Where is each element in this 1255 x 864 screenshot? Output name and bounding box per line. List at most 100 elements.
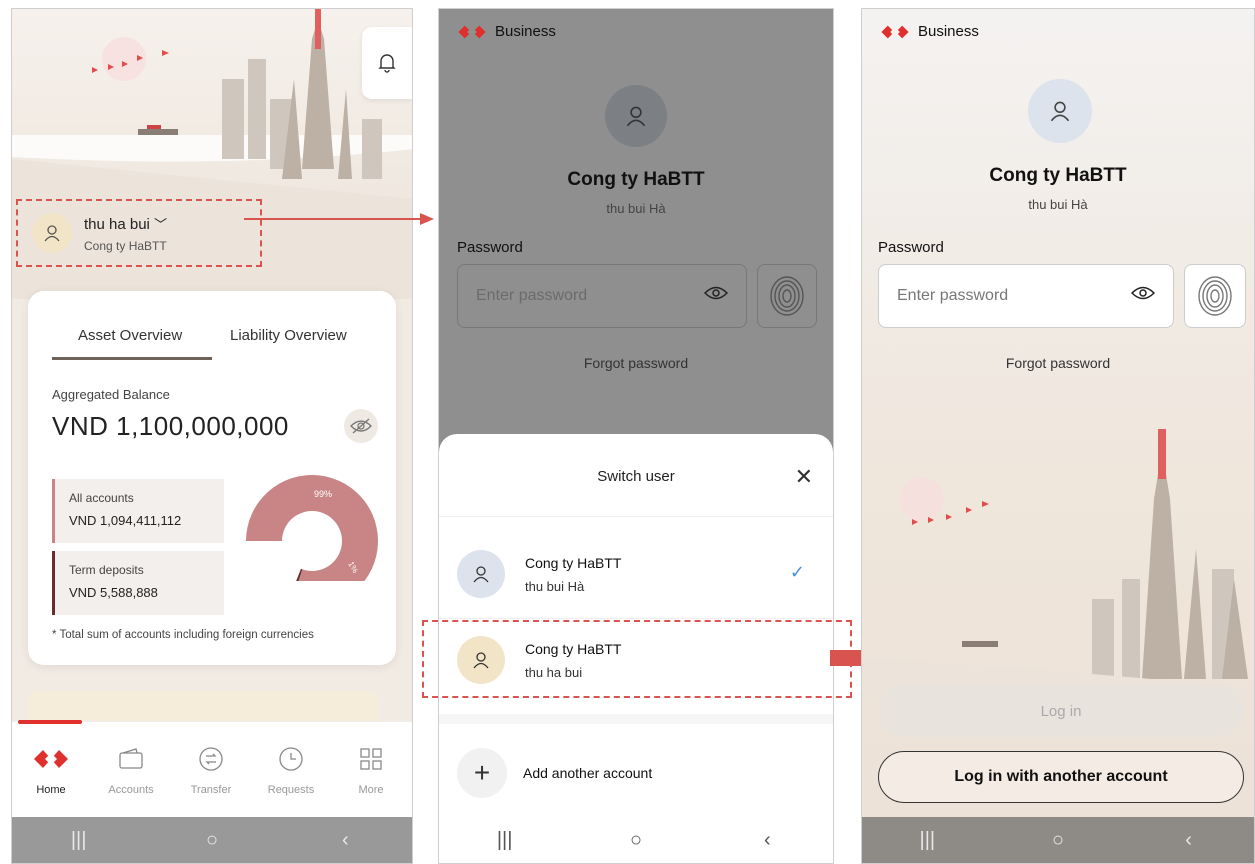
company-name: Cong ty HaBTT xyxy=(567,169,705,190)
user-row-selected[interactable]: Cong ty HaBTT thu bui Hà ✓ xyxy=(457,538,815,610)
divider xyxy=(439,618,833,619)
android-nav-bar: ||| ○ ‹ xyxy=(862,817,1254,863)
eye-icon xyxy=(1131,286,1155,300)
logo-icon xyxy=(16,744,86,774)
brand-name: Business xyxy=(918,23,979,40)
recents-icon[interactable]: ||| xyxy=(49,829,109,852)
brand: Business xyxy=(880,23,979,40)
tab-accounts[interactable]: Accounts xyxy=(96,744,166,796)
arrow-right-icon xyxy=(244,213,434,225)
plus-icon: + xyxy=(457,748,507,798)
divider xyxy=(439,714,833,724)
balance-amount: VND 1,100,000,000 xyxy=(52,411,289,441)
android-nav-bar: ||| ○ ‹ xyxy=(439,817,833,863)
sheet-title: Switch user xyxy=(597,468,675,485)
footnote: * Total sum of accounts including foreig… xyxy=(52,629,314,641)
transfer-icon xyxy=(176,744,246,774)
acct-label: Term deposits xyxy=(69,563,144,577)
tab-label: Requests xyxy=(267,784,315,796)
brand: Business xyxy=(457,23,556,40)
tab-more[interactable]: More xyxy=(336,744,406,796)
check-icon: ✓ xyxy=(789,562,805,582)
tab-requests[interactable]: Requests xyxy=(256,744,326,796)
hide-balance-icon[interactable] xyxy=(344,409,378,443)
tab-liability-overview[interactable]: Liability Overview xyxy=(230,327,347,344)
all-accounts-box[interactable]: All accounts VND 1,094,411,112 xyxy=(52,479,224,543)
android-nav-bar: ||| ○ ‹ xyxy=(12,817,412,863)
tab-home[interactable]: Home xyxy=(16,744,86,796)
user-icon xyxy=(626,106,646,127)
user-company: Cong ty HaBTT xyxy=(84,238,167,253)
selected-user-highlight xyxy=(422,620,852,698)
notification-bell-icon[interactable] xyxy=(362,27,412,99)
grid-icon xyxy=(336,744,406,774)
back-icon[interactable]: ‹ xyxy=(1159,829,1219,852)
home-circle-icon[interactable]: ○ xyxy=(1028,829,1088,852)
balance-card: Asset Overview Liability Overview Aggreg… xyxy=(28,291,396,665)
brand-name: Business xyxy=(495,23,556,40)
avatar xyxy=(32,213,72,253)
recents-icon[interactable]: ||| xyxy=(475,829,535,852)
fingerprint-button[interactable] xyxy=(757,264,817,328)
home-screen: Asset Overview Liability Overview Aggreg… xyxy=(11,8,413,864)
user-name: thu bui Hà xyxy=(1028,197,1088,212)
logo-icon xyxy=(881,25,909,38)
avatar xyxy=(605,85,667,147)
login-another-account-button[interactable]: Log in with another account xyxy=(878,751,1244,803)
acct-value: VND 1,094,411,112 xyxy=(69,513,182,528)
password-placeholder: Enter password xyxy=(897,287,1009,304)
home-circle-icon[interactable]: ○ xyxy=(606,829,666,852)
tab-label: Transfer xyxy=(190,784,232,796)
tab-label: Accounts xyxy=(108,784,154,796)
clock-icon xyxy=(256,744,326,774)
tab-label: More xyxy=(358,784,384,796)
forgot-password-link[interactable]: Forgot password xyxy=(862,355,1254,371)
close-icon[interactable]: ✕ xyxy=(795,464,813,490)
term-deposits-box[interactable]: Term deposits VND 5,588,888 xyxy=(52,551,224,615)
logo-icon xyxy=(458,25,486,38)
fingerprint-button[interactable] xyxy=(1184,264,1246,328)
avatar xyxy=(457,550,505,598)
company-name: Cong ty HaBTT xyxy=(989,165,1127,186)
company-name: Cong ty HaBTT xyxy=(525,554,622,571)
password-label: Password xyxy=(457,239,523,256)
home-circle-icon[interactable]: ○ xyxy=(182,829,242,852)
tab-transfer[interactable]: Transfer xyxy=(176,744,246,796)
bottom-tab-bar: Home Accounts Transfer Requests More xyxy=(12,720,412,819)
user-icon xyxy=(44,225,60,242)
add-account-label: Add another account xyxy=(523,765,653,781)
user-name: thu bui Hà xyxy=(525,578,585,594)
avatar xyxy=(1028,79,1092,143)
donut-main-label: 99% xyxy=(314,489,332,499)
password-field[interactable]: Enter password xyxy=(878,264,1174,328)
user-icon xyxy=(473,566,489,583)
user-icon xyxy=(1050,101,1070,122)
eye-icon xyxy=(704,286,728,300)
user-name: thu bui Hà xyxy=(606,201,666,216)
password-placeholder: Enter password xyxy=(476,287,588,304)
add-account-button[interactable]: + Add another account xyxy=(457,748,652,798)
login-switch-user-screen: Business Cong ty HaBTT thu bui Hà Passwo… xyxy=(438,8,834,864)
active-tab-indicator xyxy=(52,357,212,360)
user-name: thu ha bui xyxy=(84,215,150,233)
password-field[interactable]: Enter password xyxy=(457,264,747,328)
back-icon[interactable]: ‹ xyxy=(315,829,375,852)
recents-icon[interactable]: ||| xyxy=(897,829,957,852)
forgot-password-link[interactable]: Forgot password xyxy=(439,355,833,371)
password-label: Password xyxy=(878,239,944,256)
divider xyxy=(439,516,833,517)
acct-value: VND 5,588,888 xyxy=(69,585,158,600)
login-screen: Business Cong ty HaBTT thu bui Hà Passwo… xyxy=(861,8,1255,864)
user-switcher[interactable]: thu ha bui ﹀ Cong ty HaBTT xyxy=(16,199,262,267)
fingerprint-icon xyxy=(1198,276,1232,316)
active-tab-bar xyxy=(18,720,82,724)
donut-slice-main xyxy=(246,475,378,581)
tab-asset-overview[interactable]: Asset Overview xyxy=(78,327,182,344)
acct-label: All accounts xyxy=(69,491,134,505)
city-illustration xyxy=(862,429,1254,699)
back-icon[interactable]: ‹ xyxy=(737,829,797,852)
login-button[interactable]: Log in xyxy=(878,685,1244,737)
fingerprint-icon xyxy=(770,276,804,316)
chevron-down-icon: ﹀ xyxy=(154,216,168,232)
wallet-icon xyxy=(96,744,166,774)
